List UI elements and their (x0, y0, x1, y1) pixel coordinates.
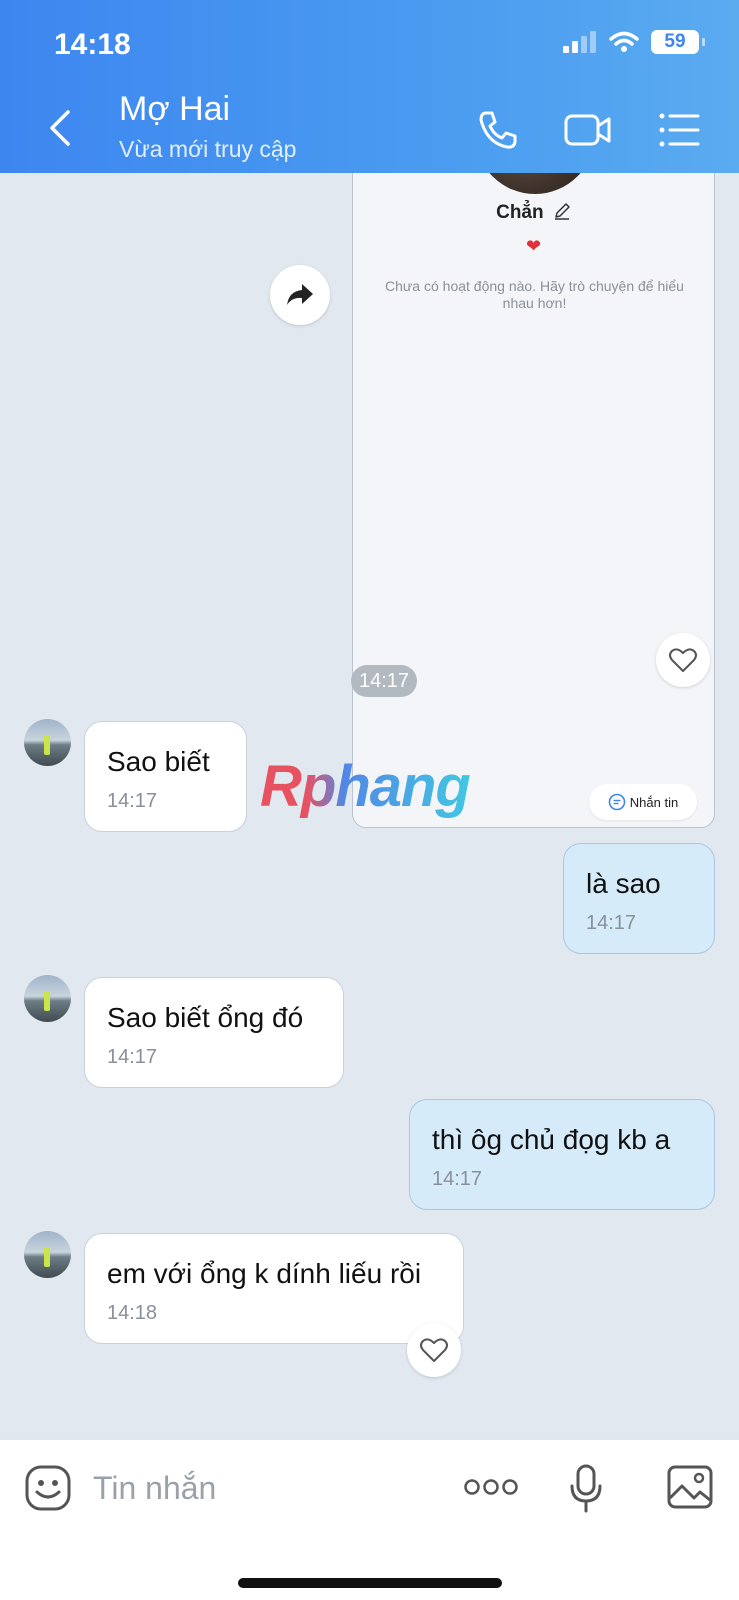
chat-bubble-icon (608, 793, 626, 811)
back-button[interactable] (40, 106, 80, 150)
heart-outline-icon (420, 1338, 448, 1362)
send-message-label: Nhắn tin (629, 794, 679, 810)
heart-icon: ❤ (525, 236, 542, 256)
message-text: em với ổng k dính liếu rồi (107, 1258, 422, 1289)
time-separator: 14:17 (351, 665, 417, 697)
message-time: 14:18 (107, 1302, 158, 1324)
forward-arrow-icon (287, 284, 313, 305)
profile-empty-text: Chưa có hoạt động nào. Hãy trò chuyện để… (385, 278, 684, 311)
share-button[interactable] (270, 265, 330, 325)
phone-call-icon[interactable] (476, 108, 520, 152)
incoming-message-bubble[interactable]: em với ổng k dính liếu rồi 14:18 (84, 1233, 464, 1344)
message-time: 14:17 (107, 1046, 158, 1068)
message-time: 14:17 (432, 1168, 483, 1190)
contact-status: Vừa mới truy cập (119, 136, 297, 162)
signal-icon (563, 31, 596, 53)
emoji-sticker-icon[interactable] (24, 1464, 72, 1512)
heart-outline-icon (669, 648, 697, 672)
chat-header: 14:18 59 Mợ Hai Vừa mới truy cập (0, 0, 739, 173)
edit-pencil-icon (554, 203, 570, 220)
like-button[interactable] (656, 633, 710, 687)
chat-area[interactable]: Chẳn ❤ Chưa có hoạt động nào. Hãy trò ch… (0, 173, 739, 1439)
video-call-icon[interactable] (563, 108, 613, 152)
message-time: 14:17 (107, 790, 158, 812)
send-message-button[interactable]: Nhắn tin (589, 784, 697, 820)
outgoing-message-bubble[interactable]: thì ôg chủ đọg kb a 14:17 (409, 1099, 715, 1210)
contact-avatar[interactable] (24, 719, 71, 766)
status-icons: 59 (563, 30, 705, 54)
profile-avatar (475, 173, 595, 194)
message-text: Sao biết (107, 746, 210, 777)
like-button[interactable] (407, 1323, 461, 1377)
message-text: thì ôg chủ đọg kb a (432, 1124, 671, 1155)
incoming-message-bubble[interactable]: Sao biết ổng đó 14:17 (84, 977, 344, 1088)
contact-avatar[interactable] (24, 1231, 71, 1278)
contact-avatar[interactable] (24, 975, 71, 1022)
microphone-icon[interactable] (569, 1464, 603, 1514)
message-input[interactable]: Tin nhắn (93, 1470, 216, 1507)
watermark-logo: Rphang (260, 754, 471, 819)
profile-name: Chẳn (353, 202, 714, 224)
incoming-message-bubble[interactable]: Sao biết 14:17 (84, 721, 247, 832)
menu-list-icon[interactable] (657, 108, 701, 152)
battery-indicator: 59 (651, 30, 705, 54)
message-text: Sao biết ổng đó (107, 1002, 304, 1033)
status-time: 14:18 (54, 28, 131, 61)
shared-profile-card[interactable]: Chẳn ❤ Chưa có hoạt động nào. Hãy trò ch… (352, 173, 715, 828)
contact-name[interactable]: Mợ Hai (119, 90, 230, 129)
message-text: là sao (586, 868, 661, 899)
image-gallery-icon[interactable] (666, 1464, 714, 1510)
outgoing-message-bubble[interactable]: là sao 14:17 (563, 843, 715, 954)
home-indicator[interactable] (238, 1578, 502, 1588)
message-time: 14:17 (586, 912, 637, 934)
more-options-icon[interactable] (464, 1476, 518, 1498)
wifi-icon (609, 31, 639, 52)
message-input-bar: Tin nhắn (0, 1439, 739, 1600)
